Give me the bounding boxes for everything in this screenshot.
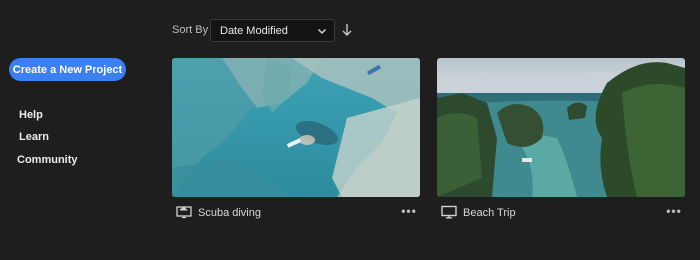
sidebar-item-community[interactable]: Community (17, 154, 78, 166)
sort-by-label: Sort By (172, 24, 209, 36)
create-new-project-button[interactable]: Create a New Project (9, 58, 126, 81)
sort-select[interactable]: Date Modified (210, 19, 335, 42)
sidebar-item-learn[interactable]: Learn (19, 131, 49, 143)
cloud-monitor-icon (176, 206, 192, 219)
more-options-icon[interactable]: ••• (663, 204, 685, 220)
arrow-down-icon[interactable] (340, 21, 354, 39)
more-options-icon[interactable]: ••• (398, 204, 420, 220)
project-title[interactable]: Scuba diving (198, 207, 261, 219)
project-thumbnail[interactable] (172, 58, 420, 197)
project-card-scuba-diving: Scuba diving ••• (172, 58, 420, 222)
sort-select-value: Date Modified (220, 24, 288, 37)
project-thumbnail[interactable] (437, 58, 685, 197)
project-card-beach-trip: Beach Trip ••• (437, 58, 685, 222)
sidebar: Create a New Project Help Learn Communit… (0, 0, 150, 260)
sidebar-item-help[interactable]: Help (19, 109, 43, 121)
monitor-icon (441, 205, 457, 219)
project-title[interactable]: Beach Trip (463, 207, 516, 219)
chevron-down-icon (317, 28, 327, 35)
